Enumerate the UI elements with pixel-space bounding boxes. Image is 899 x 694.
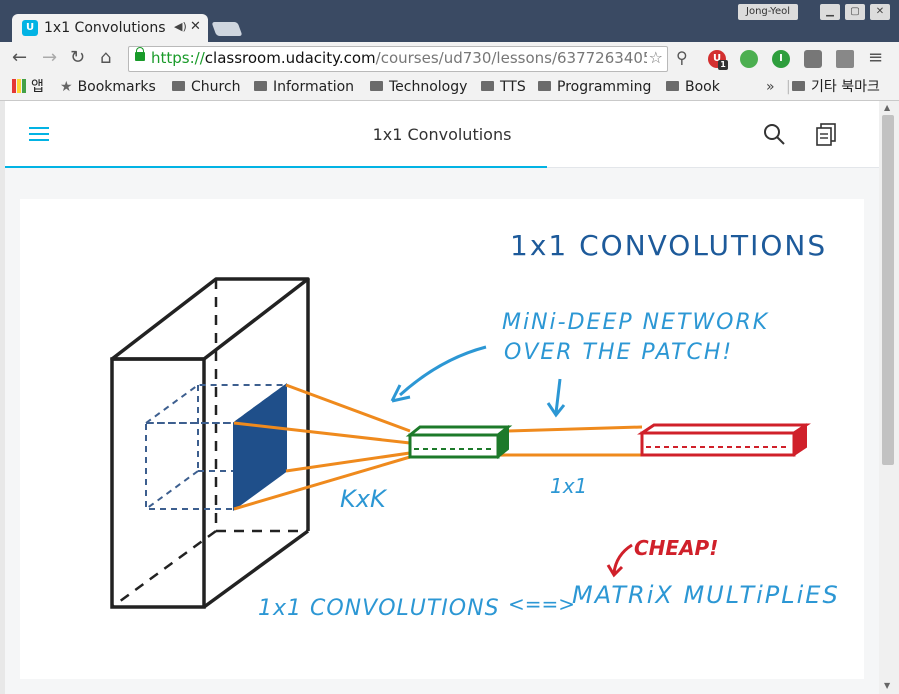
annotation-arrow — [398, 345, 487, 397]
new-tab-button[interactable] — [211, 22, 243, 36]
bookmark-star-icon[interactable]: ☆ — [649, 48, 663, 67]
bookmarks-overflow-button[interactable]: » — [766, 78, 775, 96]
lock-icon — [135, 47, 145, 61]
annotation-line1: MiNi-DEEP NETWORK — [502, 310, 769, 335]
speaker-icon[interactable]: ◀) — [174, 20, 187, 33]
bookmark-apps[interactable]: 앱 — [12, 78, 44, 96]
apps-grid-icon — [12, 79, 26, 93]
pushbullet-extension-icon[interactable]: I — [772, 50, 790, 68]
forward-icon[interactable]: → — [42, 48, 57, 68]
lesson-progress-bar — [5, 166, 547, 168]
minimize-icon[interactable]: ▁ — [820, 4, 840, 20]
url-text[interactable]: https://classroom.udacity.com/courses/ud… — [151, 49, 647, 67]
menu-icon[interactable]: ≡ — [868, 48, 883, 68]
page-scrollbar[interactable]: ▲ ▼ — [879, 101, 899, 694]
extension-badge: 1 — [718, 60, 728, 70]
close-tab-icon[interactable]: ✕ — [190, 19, 201, 34]
other-bookmarks[interactable]: 기타 북마크 — [792, 78, 880, 96]
bookmarks-bar: 앱 ★ Bookmarks Church Information Technolo… — [0, 76, 899, 101]
star-icon: ★ — [60, 79, 73, 95]
lesson-title: 1x1 Convolutions — [372, 125, 512, 144]
folder-icon — [172, 81, 185, 91]
maximize-icon[interactable]: ▢ — [845, 4, 865, 20]
cheap-label: CHEAP! — [634, 536, 718, 560]
bookmark-folder-programming[interactable]: Programming — [538, 78, 651, 96]
evernote-extension-icon[interactable] — [740, 50, 758, 68]
bookmark-folder-book[interactable]: Book — [666, 78, 720, 96]
browser-toolbar: ← → ↻ ⌂ https://classroom.udacity.com/co… — [0, 42, 899, 76]
bookmark-folder-church[interactable]: Church — [172, 78, 241, 96]
bookmark-folder-information[interactable]: Information — [254, 78, 354, 96]
cheap-arrow — [606, 543, 633, 578]
bottom-right-text: MATRiX MULTiPLiES — [572, 581, 840, 609]
one-by-one-label: 1x1 — [550, 474, 587, 498]
scroll-up-icon[interactable]: ▲ — [884, 103, 890, 112]
bookmark-bookmarks[interactable]: ★ Bookmarks — [60, 78, 156, 96]
bookmark-folder-tts[interactable]: TTS — [481, 78, 526, 96]
window-user-badge[interactable]: Jong-Yeol — [738, 4, 799, 20]
key-icon[interactable]: ⚲ — [676, 48, 688, 68]
folder-icon — [538, 81, 551, 91]
slide-title: 1x1 CONVOLUTIONS — [510, 229, 827, 262]
down-arrow — [546, 378, 566, 418]
reload-icon[interactable]: ↻ — [70, 48, 85, 68]
folder-icon — [792, 81, 805, 91]
lesson-slide: 1x1 CONVOLUTIONS MiNi-DEEP NETWORK OVER … — [20, 199, 864, 679]
bookmark-folder-technology[interactable]: Technology — [370, 78, 467, 96]
folder-icon — [481, 81, 494, 91]
kxk-label: KxK — [340, 485, 388, 513]
close-window-icon[interactable]: ✕ — [870, 4, 890, 20]
back-icon[interactable]: ← — [12, 48, 27, 68]
address-bar[interactable]: https://classroom.udacity.com/courses/ud… — [128, 46, 668, 72]
screenshot-extension-icon[interactable] — [804, 50, 822, 68]
bottom-left-text: 1x1 CONVOLUTIONS — [258, 596, 500, 621]
page-viewport: 1x1 Convolutions 1x1 CONVOLUTIONS MiNi-D… — [5, 101, 879, 694]
scrollbar-thumb[interactable] — [882, 115, 894, 465]
browser-tab-strip: U 1x1 Convolutions ◀) ✕ Jong-Yeol ▁ ▢ ✕ — [0, 0, 899, 42]
green-block — [405, 424, 513, 460]
dictionary-extension-icon[interactable] — [836, 50, 854, 68]
notes-icon[interactable] — [815, 123, 837, 147]
classroom-header: 1x1 Convolutions — [5, 101, 879, 168]
folder-icon — [666, 81, 679, 91]
red-block — [637, 423, 811, 457]
annotation-line2: OVER THE PATCH! — [504, 340, 733, 365]
equivalence-arrow: <==> — [508, 592, 575, 616]
bookmarks-divider: | — [786, 79, 791, 95]
folder-icon — [370, 81, 383, 91]
udacity-favicon-icon: U — [22, 20, 38, 36]
folder-icon — [254, 81, 267, 91]
browser-tab[interactable]: U 1x1 Convolutions ◀) ✕ — [12, 14, 208, 42]
search-icon[interactable] — [763, 123, 785, 145]
convolution-diagram: 1x1 CONVOLUTIONS MiNi-DEEP NETWORK OVER … — [110, 229, 840, 621]
home-icon[interactable]: ⌂ — [100, 48, 111, 68]
tab-title: 1x1 Convolutions — [44, 20, 166, 36]
scroll-down-icon[interactable]: ▼ — [884, 681, 890, 690]
